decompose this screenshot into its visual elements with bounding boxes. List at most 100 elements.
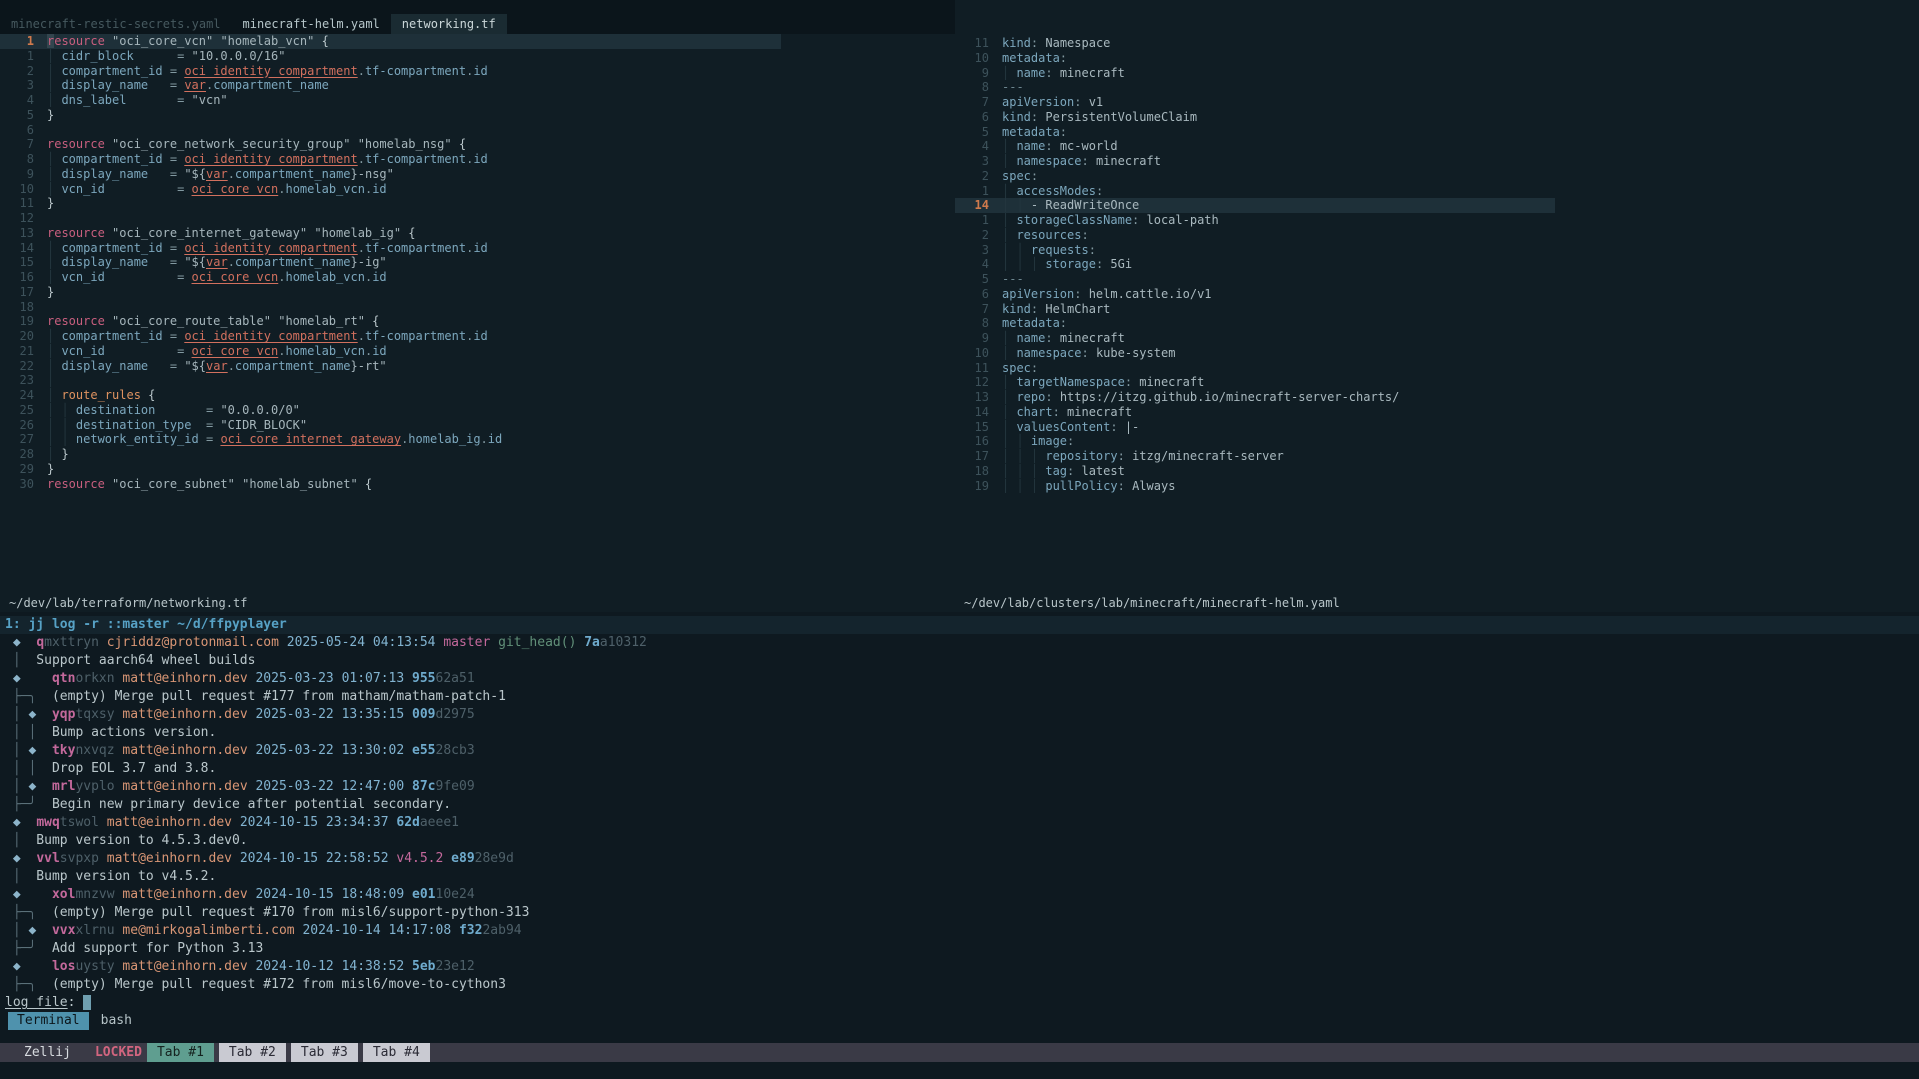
code-segment-txt bbox=[443, 851, 451, 866]
code-line[interactable]: 16│ │ image: bbox=[955, 434, 1919, 449]
code-line[interactable]: 8--- bbox=[955, 80, 1919, 95]
code-segment-guide: │ bbox=[47, 78, 61, 92]
code-line[interactable]: 6apiVersion: helm.cattle.io/v1 bbox=[955, 287, 1919, 302]
code-line[interactable]: 3│ display_name = var.compartment_name bbox=[0, 78, 955, 93]
code-line[interactable]: 2│ resources: bbox=[955, 228, 1919, 243]
code-line[interactable]: 21│ vcn_id = oci_core_vcn.homelab_vcn.id bbox=[0, 344, 955, 359]
code-line[interactable]: 11spec: bbox=[955, 361, 1919, 376]
code-segment-guide: │ │ bbox=[47, 432, 76, 446]
code-line[interactable]: 11} bbox=[0, 196, 955, 211]
code-line[interactable]: 9│ display_name = "${var.compartment_nam… bbox=[0, 167, 955, 182]
zellij-tab-1[interactable]: Tab #1 bbox=[147, 1043, 214, 1062]
code-line[interactable]: 8│ compartment_id = oci_identity_compart… bbox=[0, 152, 955, 167]
code-line[interactable]: 9│ name: minecraft bbox=[955, 331, 1919, 346]
buffer-tab-restic-secrets[interactable]: minecraft-restic-secrets.yaml bbox=[0, 14, 232, 34]
code-line[interactable]: 26│ │ destination_type = "CIDR_BLOCK" bbox=[0, 418, 955, 433]
code-line[interactable]: 25│ │ destination = "0.0.0.0/0" bbox=[0, 403, 955, 418]
code-line[interactable]: 17│ │ │ repository: itzg/minecraft-serve… bbox=[955, 449, 1919, 464]
code-line[interactable]: 1│ accessModes: bbox=[955, 184, 1919, 199]
zellij-tab-4[interactable]: Tab #4 bbox=[363, 1043, 430, 1062]
code-line[interactable]: 6 bbox=[0, 123, 955, 138]
code-segment-punc: . bbox=[358, 241, 365, 255]
code-line[interactable]: 24│ route_rules { bbox=[0, 388, 955, 403]
code-line[interactable]: 27│ │ network_entity_id = oci_core_inter… bbox=[0, 432, 955, 447]
code-line[interactable]: 19│ │ │ pullPolicy: Always bbox=[955, 479, 1919, 494]
code-line[interactable]: 7apiVersion: v1 bbox=[955, 95, 1919, 110]
buffer-tab-minecraft-helm[interactable]: minecraft-helm.yaml bbox=[232, 14, 391, 34]
code-line[interactable]: 1│ cidr_block = "10.0.0.0/16" bbox=[0, 49, 955, 64]
code-line[interactable]: 17} bbox=[0, 285, 955, 300]
buffer-tab-networking-tf[interactable]: networking.tf bbox=[391, 14, 507, 34]
editor-pane-minecraft-helm[interactable]: 11kind: Namespace10metadata:9│ name: min… bbox=[955, 0, 1919, 612]
code-line[interactable]: 12 bbox=[0, 211, 955, 226]
code-line[interactable]: 30resource "oci_core_subnet" "homelab_su… bbox=[0, 477, 955, 492]
code-line[interactable]: 18│ │ │ tag: latest bbox=[955, 464, 1919, 479]
code-line[interactable]: 7kind: HelmChart bbox=[955, 302, 1919, 317]
code-line[interactable]: 3│ │ requests: bbox=[955, 243, 1919, 258]
code-line[interactable]: 5metadata: bbox=[955, 125, 1919, 140]
code-segment-prop: display_name bbox=[61, 167, 148, 181]
code-segment-date: 2024-10-14 14:17:08 bbox=[302, 923, 451, 938]
code-segment-hash: 87c bbox=[412, 779, 435, 794]
code-segment-txt bbox=[105, 270, 177, 284]
terminal-pane[interactable]: 1: jj log -r ::master ~/d/ffpyplayer ◆ q… bbox=[0, 612, 1919, 1043]
cursor-line[interactable]: 14│ │ - ReadWriteOnce bbox=[955, 198, 1919, 213]
code-line[interactable]: 10metadata: bbox=[955, 51, 1919, 66]
editor-pane-networking[interactable]: minecraft-restic-secrets.yaml minecraft-… bbox=[0, 0, 955, 612]
log-line: ├─╯ Add support for Python 3.13 bbox=[0, 940, 1919, 958]
code-line[interactable]: 9│ name: minecraft bbox=[955, 66, 1919, 81]
code-line[interactable]: 15│ display_name = "${var.compartment_na… bbox=[0, 255, 955, 270]
code-line[interactable]: 11kind: Namespace bbox=[955, 36, 1919, 51]
zellij-tab-2[interactable]: Tab #2 bbox=[219, 1043, 286, 1062]
terminal-tab[interactable]: Terminal bbox=[8, 1012, 89, 1030]
code-line[interactable]: 12│ targetNamespace: minecraft bbox=[955, 375, 1919, 390]
code-line[interactable]: 5--- bbox=[955, 272, 1919, 287]
cursor-line[interactable]: 1resource "oci_core_vcn" "homelab_vcn" { bbox=[0, 34, 955, 49]
code-line[interactable]: 20│ compartment_id = oci_identity_compar… bbox=[0, 329, 955, 344]
code-line[interactable]: 23│ bbox=[0, 373, 955, 388]
code-line[interactable]: 5} bbox=[0, 108, 955, 123]
code-line[interactable]: 28│ } bbox=[0, 447, 955, 462]
code-line[interactable]: 19resource "oci_core_route_table" "homel… bbox=[0, 314, 955, 329]
code-line[interactable]: 4│ name: mc-world bbox=[955, 139, 1919, 154]
code-line[interactable]: 18 bbox=[0, 300, 955, 315]
line-number: 12 bbox=[0, 211, 34, 226]
code-line[interactable]: 8metadata: bbox=[955, 316, 1919, 331]
code-segment-txt bbox=[184, 93, 191, 107]
code-segment-txt bbox=[199, 432, 206, 446]
code-line[interactable]: 2spec: bbox=[955, 169, 1919, 184]
code-segment-txt: { bbox=[314, 34, 328, 48]
code-segment-prop: compartment_id bbox=[61, 152, 162, 166]
code-line[interactable]: 15│ valuesContent: |- bbox=[955, 420, 1919, 435]
code-line[interactable]: 4│ │ │ storage: 5Gi bbox=[955, 257, 1919, 272]
code-line[interactable]: 10│ namespace: kube-system bbox=[955, 346, 1919, 361]
code-segment-guide: │ bbox=[1002, 375, 1016, 389]
code-line[interactable]: 7resource "oci_core_network_security_gro… bbox=[0, 137, 955, 152]
code-line[interactable]: 3│ namespace: minecraft bbox=[955, 154, 1919, 169]
code-segment-tag: v4.5.2 bbox=[396, 851, 443, 866]
zellij-tab-3[interactable]: Tab #3 bbox=[291, 1043, 358, 1062]
code-segment-txt: Add support for Python 3.13 bbox=[36, 941, 263, 956]
code-line[interactable]: 6kind: PersistentVolumeClaim bbox=[955, 110, 1919, 125]
code-line[interactable]: 29} bbox=[0, 462, 955, 477]
line-number: 2 bbox=[0, 64, 34, 79]
code-segment-punc: : bbox=[1053, 405, 1060, 419]
code-line[interactable]: 10│ vcn_id = oci_core_vcn.homelab_vcn.id bbox=[0, 182, 955, 197]
code-segment-val: kube-system bbox=[1089, 346, 1176, 360]
code-line[interactable]: 16│ vcn_id = oci_core_vcn.homelab_vcn.id bbox=[0, 270, 955, 285]
code-segment-txt: { bbox=[358, 477, 372, 491]
code-segment-dim: svpxp bbox=[60, 851, 99, 866]
code-line[interactable]: 14│ chart: minecraft bbox=[955, 405, 1919, 420]
line-number: 17 bbox=[955, 449, 989, 464]
code-line[interactable]: 1│ storageClassName: local-path bbox=[955, 213, 1919, 228]
code-area-networking[interactable]: 1resource "oci_core_vcn" "homelab_vcn" {… bbox=[0, 34, 955, 491]
code-line[interactable]: 14│ compartment_id = oci_identity_compar… bbox=[0, 241, 955, 256]
code-segment-dim: aeee1 bbox=[420, 815, 459, 830]
code-line[interactable]: 22│ display_name = "${var.compartment_na… bbox=[0, 359, 955, 374]
code-line[interactable]: 13│ repo: https://itzg.github.io/minecra… bbox=[955, 390, 1919, 405]
code-line[interactable]: 13resource "oci_core_internet_gateway" "… bbox=[0, 226, 955, 241]
code-area-minecraft-helm[interactable]: 11kind: Namespace10metadata:9│ name: min… bbox=[955, 36, 1919, 493]
code-segment-doc: --- bbox=[1002, 80, 1024, 94]
code-line[interactable]: 2│ compartment_id = oci_identity_compart… bbox=[0, 64, 955, 79]
code-line[interactable]: 4│ dns_label = "vcn" bbox=[0, 93, 955, 108]
